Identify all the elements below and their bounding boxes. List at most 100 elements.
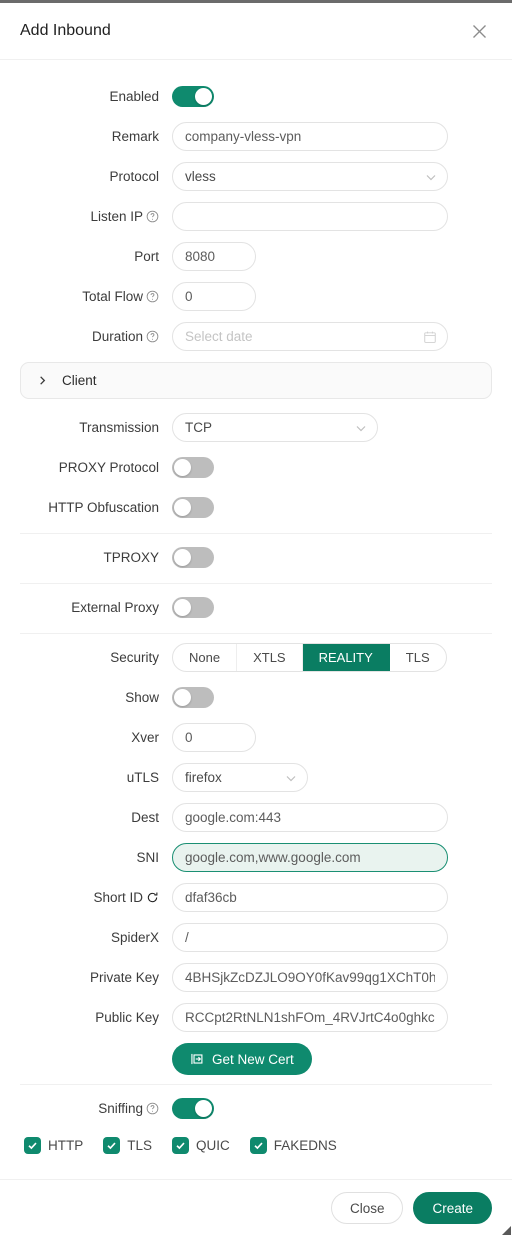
enabled-toggle[interactable] — [172, 86, 214, 107]
field-row-remark: Remark company-vless-vpn — [20, 122, 492, 151]
short-id-value: dfaf36cb — [185, 890, 237, 905]
label-total-flow-text: Total Flow — [82, 288, 143, 304]
toggle-knob — [174, 599, 191, 616]
get-new-cert-button[interactable]: Get New Cert — [172, 1043, 312, 1075]
checkbox-tls[interactable]: TLS — [103, 1137, 152, 1154]
remark-value: company-vless-vpn — [185, 129, 302, 144]
sni-input[interactable]: google.com,www.google.com — [172, 843, 448, 872]
dest-input[interactable]: google.com:443 — [172, 803, 448, 832]
remark-input[interactable]: company-vless-vpn — [172, 122, 448, 151]
checkbox-tls-label: TLS — [127, 1138, 153, 1153]
field-row-total-flow: Total Flow 0 — [20, 282, 492, 311]
field-row-xver: Xver 0 — [20, 723, 492, 752]
label-listen-ip-text: Listen IP — [90, 208, 143, 224]
help-icon[interactable] — [146, 290, 159, 303]
transmission-value: TCP — [185, 420, 212, 435]
utls-select[interactable]: firefox — [172, 763, 308, 792]
label-xver: Xver — [131, 729, 159, 745]
label-dest: Dest — [131, 809, 159, 825]
help-icon[interactable] — [146, 210, 159, 223]
add-inbound-modal: Add Inbound Enabled Remark company-vless… — [0, 0, 512, 1236]
toggle-knob — [195, 88, 212, 105]
private-key-input[interactable]: 4BHSjkZcDZJLO9OY0fKav99qg1XChT0h — [172, 963, 448, 992]
close-icon[interactable] — [466, 18, 492, 44]
field-row-enabled: Enabled — [20, 82, 492, 111]
field-row-proxy-protocol: PROXY Protocol — [20, 453, 492, 482]
close-button[interactable]: Close — [330, 1192, 404, 1224]
label-enabled: Enabled — [109, 88, 159, 104]
field-row-short-id: Short ID dfaf36cb — [20, 883, 492, 912]
security-segmented-control: None XTLS REALITY TLS — [172, 643, 447, 672]
field-row-external-proxy: External Proxy — [20, 593, 492, 622]
protocol-value: vless — [185, 169, 216, 184]
create-button[interactable]: Create — [413, 1192, 492, 1224]
label-listen-ip: Listen IP — [20, 210, 172, 224]
total-flow-input[interactable]: 0 — [172, 282, 256, 311]
field-row-private-key: Private Key 4BHSjkZcDZJLO9OY0fKav99qg1XC… — [20, 963, 492, 992]
checkbox-fakedns-label: FAKEDNS — [273, 1138, 337, 1153]
label-show: Show — [125, 689, 159, 705]
external-proxy-toggle[interactable] — [172, 597, 214, 618]
short-id-input[interactable]: dfaf36cb — [172, 883, 448, 912]
show-toggle[interactable] — [172, 687, 214, 708]
calendar-icon — [423, 330, 437, 344]
field-row-public-key: Public Key RCCpt2RtNLN1shFOm_4RVJrtC4o0g… — [20, 1003, 492, 1032]
http-obfuscation-toggle[interactable] — [172, 497, 214, 518]
refresh-icon[interactable] — [146, 891, 159, 904]
tproxy-toggle[interactable] — [172, 547, 214, 568]
field-row-duration: Duration Select date — [20, 322, 492, 351]
label-duration: Duration — [20, 330, 172, 344]
field-row-utls: uTLS firefox — [20, 763, 492, 792]
xver-input[interactable]: 0 — [172, 723, 256, 752]
checkbox-fakedns[interactable]: FAKEDNS — [249, 1137, 337, 1154]
field-row-spiderx: SpiderX / — [20, 923, 492, 952]
label-total-flow: Total Flow — [20, 290, 172, 304]
resize-handle[interactable] — [498, 1222, 512, 1236]
label-sniffing-text: Sniffing — [98, 1100, 143, 1116]
listen-ip-input[interactable] — [172, 202, 448, 231]
sni-value: google.com,www.google.com — [185, 850, 361, 865]
section-divider — [20, 533, 492, 534]
chevron-down-icon — [285, 772, 297, 784]
security-option-tls[interactable]: TLS — [390, 644, 446, 671]
checkbox-quic[interactable]: QUIC — [172, 1137, 230, 1154]
utls-value: firefox — [185, 770, 222, 785]
checkbox-quic-label: QUIC — [196, 1138, 230, 1153]
sniffing-options: HTTP TLS QUIC FAKEDNS — [24, 1137, 492, 1154]
modal-header: Add Inbound — [0, 3, 512, 60]
get-new-cert-label: Get New Cert — [212, 1051, 294, 1067]
protocol-select[interactable]: vless — [172, 162, 448, 191]
help-icon[interactable] — [146, 330, 159, 343]
field-row-sni: SNI google.com,www.google.com — [20, 843, 492, 872]
section-divider — [20, 633, 492, 634]
security-option-xtls[interactable]: XTLS — [237, 644, 303, 671]
spiderx-input[interactable]: / — [172, 923, 448, 952]
label-tproxy: TPROXY — [103, 549, 159, 565]
check-icon — [103, 1137, 121, 1154]
sniffing-toggle[interactable] — [172, 1098, 214, 1119]
transmission-select[interactable]: TCP — [172, 413, 378, 442]
label-utls: uTLS — [126, 769, 159, 785]
label-protocol: Protocol — [109, 168, 159, 184]
proxy-protocol-toggle[interactable] — [172, 457, 214, 478]
field-row-port: Port 8080 — [20, 242, 492, 271]
security-option-none[interactable]: None — [173, 644, 238, 671]
public-key-input[interactable]: RCCpt2RtNLN1shFOm_4RVJrtC4o0ghkc — [172, 1003, 448, 1032]
port-value: 8080 — [185, 249, 216, 264]
security-option-reality[interactable]: REALITY — [302, 644, 390, 671]
chevron-down-icon — [425, 171, 437, 183]
label-sni: SNI — [136, 849, 159, 865]
page-title: Add Inbound — [20, 22, 111, 39]
field-row-dest: Dest google.com:443 — [20, 803, 492, 832]
help-icon[interactable] — [146, 1102, 159, 1115]
label-transmission: Transmission — [79, 419, 159, 435]
label-external-proxy: External Proxy — [71, 599, 159, 615]
modal-footer: Close Create — [0, 1179, 512, 1236]
label-duration-text: Duration — [91, 328, 143, 344]
checkbox-http[interactable]: HTTP — [24, 1137, 83, 1154]
field-row-security: Security None XTLS REALITY TLS — [20, 643, 492, 672]
port-input[interactable]: 8080 — [172, 242, 256, 271]
field-row-http-obfuscation: HTTP Obfuscation — [20, 493, 492, 522]
client-collapse-panel[interactable]: Client — [20, 362, 492, 399]
duration-datepicker[interactable]: Select date — [172, 322, 448, 351]
